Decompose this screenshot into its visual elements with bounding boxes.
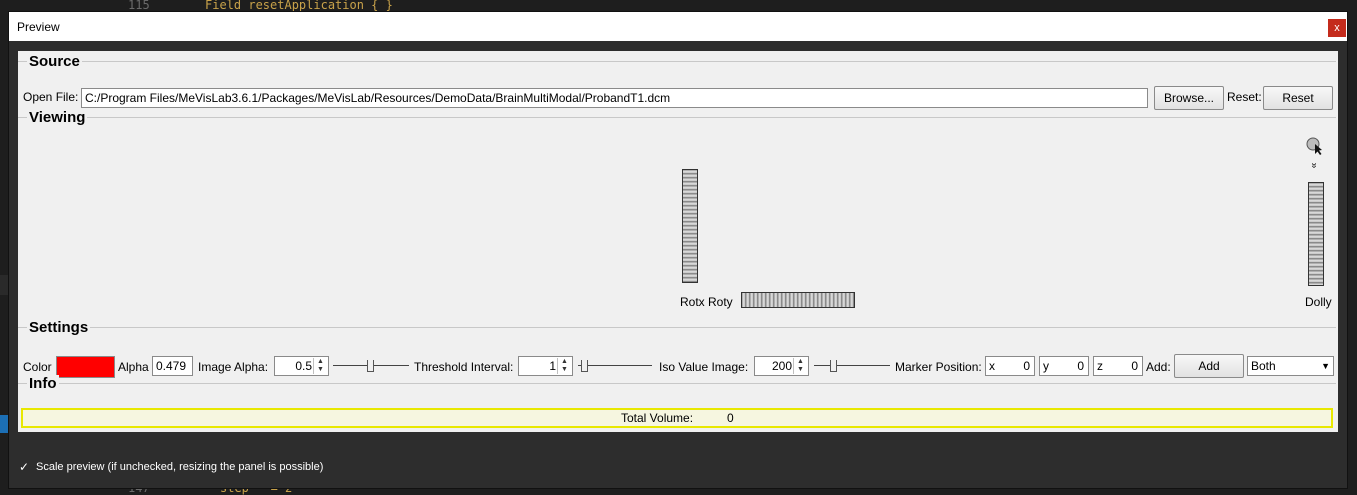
mode-select[interactable]: Both ▼ — [1247, 356, 1334, 376]
color-swatch[interactable] — [56, 356, 115, 378]
iso-value-spinbox[interactable]: 200 ▲ ▼ — [754, 356, 809, 376]
info-group-title: Info — [27, 375, 59, 392]
expand-icon[interactable]: » — [1308, 163, 1319, 169]
rotx-wheel[interactable] — [682, 169, 698, 283]
dolly-label: Dolly — [1305, 295, 1332, 309]
source-group: Source Open File: C:/Program Files/MeVis… — [18, 53, 1336, 112]
viewing-group-title: Viewing — [27, 109, 88, 126]
dolly-wheel[interactable] — [1308, 182, 1324, 286]
reset-label: Reset: — [1227, 90, 1262, 104]
roty-wheel[interactable] — [741, 292, 855, 308]
preview-window: Preview x Source Open File: C:/Program F… — [8, 11, 1348, 489]
spin-arrows-icon[interactable]: ▲ ▼ — [793, 358, 807, 374]
settings-group-title: Settings — [27, 319, 91, 336]
alpha-label: Alpha — [118, 360, 149, 374]
info-bar: Total Volume: 0 — [21, 408, 1333, 428]
close-button[interactable]: x — [1328, 19, 1346, 37]
add-button[interactable]: Add — [1174, 354, 1244, 378]
source-group-title: Source — [27, 53, 82, 70]
viewing-group: Viewing Rotx Roty » Dolly — [18, 109, 1336, 326]
roty-label: Roty — [708, 295, 733, 309]
open-file-label: Open File: — [23, 90, 79, 104]
chevron-down-icon: ▼ — [1321, 361, 1330, 371]
total-volume-label: Total Volume: — [621, 411, 694, 425]
marker-y-field[interactable]: y 0 — [1039, 356, 1089, 376]
slider-thumb[interactable] — [581, 360, 588, 372]
image-alpha-slider[interactable] — [333, 358, 409, 374]
editor-gutter-marker — [0, 415, 8, 433]
title-bar: Preview x — [9, 12, 1347, 41]
marker-x-label: x — [989, 359, 995, 373]
image-alpha-spinbox[interactable]: 0.5 ▲ ▼ — [274, 356, 329, 376]
scale-preview-label: Scale preview (if unchecked, resizing th… — [36, 461, 324, 473]
iso-value-label: Iso Value Image: — [659, 360, 749, 374]
open-file-input[interactable]: C:/Program Files/MeVisLab3.6.1/Packages/… — [81, 88, 1148, 108]
alpha-field[interactable]: 0.479 — [152, 356, 193, 376]
browse-button[interactable]: Browse... — [1154, 86, 1224, 110]
slider-thumb[interactable] — [367, 360, 374, 372]
threshold-spinbox[interactable]: 1 ▲ ▼ — [518, 356, 573, 376]
slider-thumb[interactable] — [830, 360, 837, 372]
preview-panel: Source Open File: C:/Program Files/MeVis… — [18, 51, 1338, 432]
add-label: Add: — [1146, 360, 1171, 374]
settings-group: Settings Color Alpha 0.479 Image Alpha: … — [18, 319, 1336, 378]
image-alpha-value: 0.5 — [295, 359, 312, 373]
total-volume-value: 0 — [727, 411, 734, 425]
threshold-label: Threshold Interval: — [414, 360, 514, 374]
marker-y-label: y — [1043, 359, 1049, 373]
seek-pointer-icon[interactable] — [1305, 136, 1323, 156]
marker-position-label: Marker Position: — [895, 360, 982, 374]
image-alpha-label: Image Alpha: — [198, 360, 269, 374]
spin-arrows-icon[interactable]: ▲ ▼ — [557, 358, 571, 374]
iso-value: 200 — [771, 359, 792, 373]
iso-value-slider[interactable] — [814, 358, 890, 374]
spin-arrows-icon[interactable]: ▲ ▼ — [313, 358, 327, 374]
editor-gutter-strip — [0, 275, 8, 295]
marker-z-label: z — [1097, 359, 1103, 373]
window-title: Preview — [17, 20, 60, 34]
marker-z-field[interactable]: z 0 — [1093, 356, 1143, 376]
marker-x-value: 0 — [1023, 359, 1030, 373]
marker-y-value: 0 — [1077, 359, 1084, 373]
threshold-slider[interactable] — [578, 358, 652, 374]
mode-select-value: Both — [1251, 359, 1276, 373]
marker-z-value: 0 — [1131, 359, 1138, 373]
threshold-value: 1 — [549, 359, 556, 373]
rotx-label: Rotx — [680, 295, 705, 309]
reset-button[interactable]: Reset — [1263, 86, 1333, 110]
color-label: Color — [23, 360, 52, 374]
marker-x-field[interactable]: x 0 — [985, 356, 1035, 376]
scale-preview-checkbox[interactable]: ✓ — [19, 461, 31, 473]
